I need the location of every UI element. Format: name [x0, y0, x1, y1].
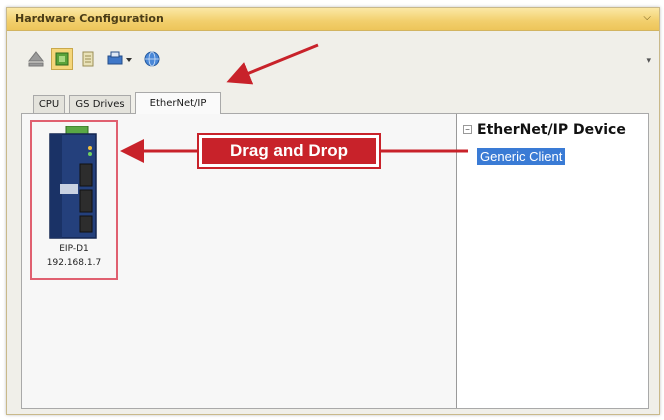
globe-icon[interactable]	[141, 48, 163, 70]
tree-expander-icon[interactable]: −	[463, 125, 472, 134]
module-icon[interactable]	[51, 48, 73, 70]
chevron-down-icon[interactable]: ⌵	[643, 12, 651, 23]
tree-node-generic-client[interactable]: Generic Client	[477, 148, 566, 165]
delete-icon[interactable]	[77, 48, 99, 70]
network-switch-icon	[49, 126, 97, 239]
device-eip-d1[interactable]: EIP-D1 192.168.1.7	[30, 120, 118, 280]
title-bar: Hardware Configuration ⌵	[7, 8, 659, 31]
tab-gs-drives[interactable]: GS Drives	[69, 95, 131, 113]
toolbar	[15, 48, 215, 72]
tree-node-ethernet-ip-device[interactable]: EtherNet/IP Device	[477, 122, 626, 138]
toolbar-overflow-icon[interactable]: ▾	[646, 55, 651, 66]
device-catalog-tree: − EtherNet/IP Device Generic Client	[457, 114, 648, 408]
tab-ethernet-ip[interactable]: EtherNet/IP	[135, 92, 221, 114]
print-dropdown-icon[interactable]	[105, 48, 137, 70]
drag-drop-callout: Drag and Drop	[197, 133, 381, 169]
device-name: EIP-D1	[59, 244, 89, 254]
hardware-configuration-window: Hardware Configuration ⌵ ▾ CPU GS Drives…	[6, 7, 660, 415]
window-title: Hardware Configuration	[15, 12, 164, 25]
device-ip: 192.168.1.7	[46, 258, 102, 268]
eject-icon[interactable]	[25, 48, 47, 70]
tab-cpu[interactable]: CPU	[33, 95, 65, 113]
